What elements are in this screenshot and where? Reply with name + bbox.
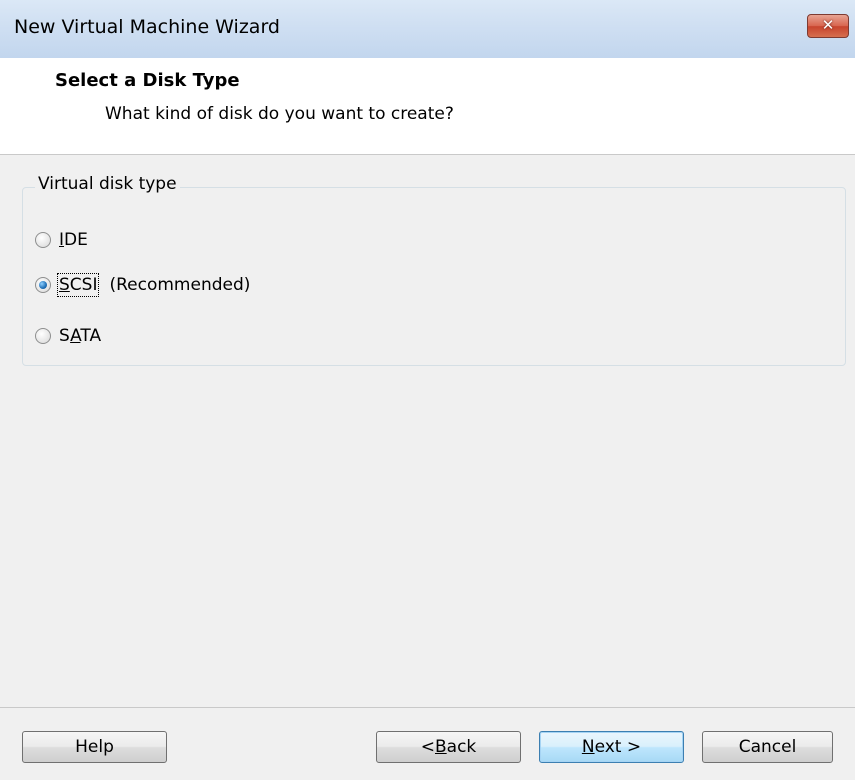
page-subtitle: What kind of disk do you want to create? [105,104,454,124]
back-button[interactable]: < Back [376,731,521,763]
radio-scsi-label: SCSI [56,273,100,297]
radio-sata-circle[interactable] [35,328,51,344]
help-button[interactable]: Help [22,731,167,763]
radio-ide[interactable]: IDE [35,228,88,252]
radio-sata-label: SATA [59,326,102,346]
radio-sata[interactable]: SATA [35,324,101,348]
disk-type-group: Virtual disk type IDE SCSI (Recommended)… [22,174,846,366]
page-title: Select a Disk Type [55,70,240,91]
footer-divider [0,707,855,708]
next-button[interactable]: Next > [539,731,684,763]
recommended-note: (Recommended) [109,275,251,295]
radio-ide-circle[interactable] [35,232,51,248]
group-label: Virtual disk type [35,174,180,194]
close-icon: ✕ [821,16,835,34]
wizard-header: Select a Disk Type What kind of disk do … [0,58,855,155]
window-title: New Virtual Machine Wizard [14,16,280,38]
radio-scsi[interactable]: SCSI (Recommended) [35,273,250,297]
radio-scsi-circle[interactable] [35,277,51,293]
title-bar: New Virtual Machine Wizard ✕ [0,0,855,58]
close-button[interactable]: ✕ [807,14,849,38]
radio-ide-label: IDE [59,230,88,250]
cancel-button[interactable]: Cancel [702,731,833,763]
